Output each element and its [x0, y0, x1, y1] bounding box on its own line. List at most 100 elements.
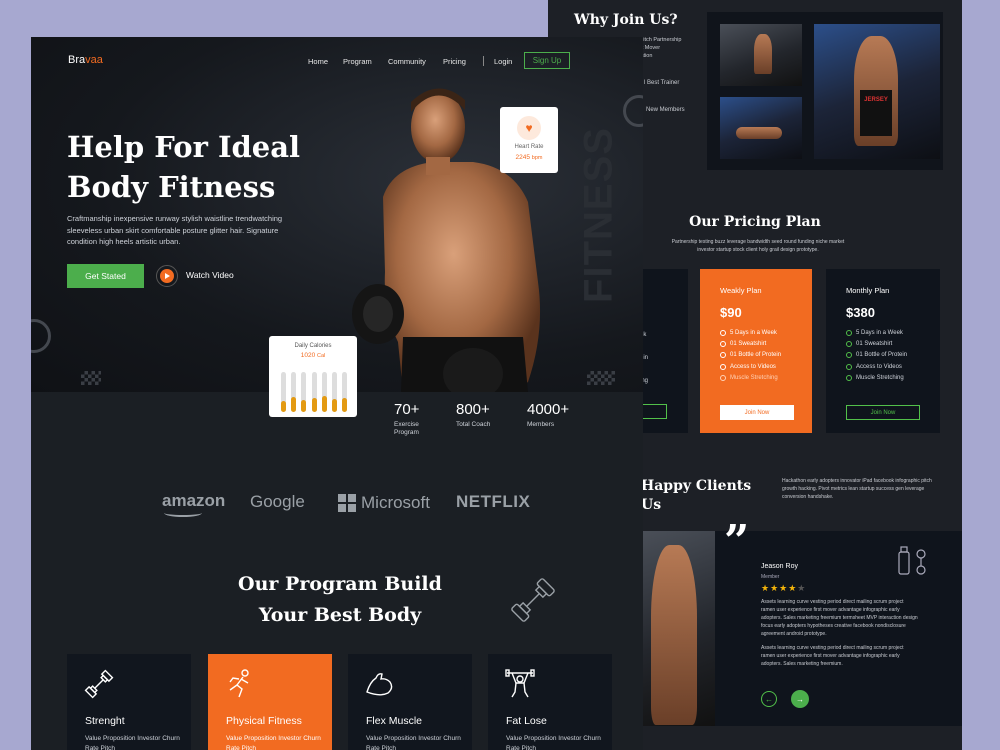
testimonial-name: Jeason Roy — [761, 563, 798, 570]
clients-desc: Hackathon early adopters innovator iPad … — [782, 478, 932, 500]
logo-text: Bra — [68, 54, 86, 66]
gallery-photo-rope — [720, 24, 802, 86]
play-icon — [160, 269, 174, 283]
why-new-members: New Members — [646, 107, 685, 113]
decor-checker — [587, 371, 615, 385]
nav-divider — [483, 56, 484, 66]
gallery-photo-jersey: JERSEY — [814, 24, 940, 159]
landing-page: FITNESS Bravaa Home Program Community Pr… — [31, 37, 643, 750]
plan-price: $90 — [720, 305, 742, 320]
calorie-bar — [331, 399, 337, 412]
stat-label: Members — [527, 421, 555, 428]
program-card-flex-muscle[interactable]: Flex Muscle Value Proposition Investor C… — [348, 654, 472, 750]
brand-google: Google — [250, 492, 305, 511]
calories-value: 1020 Cal — [300, 352, 326, 359]
testimonial-role: Member — [761, 574, 780, 580]
program-card-title: Fat Lose — [506, 715, 547, 727]
why-join-title: Why Join Us? — [574, 12, 678, 28]
calorie-bar-track — [331, 372, 337, 412]
brand-microsoft: Microsoft — [361, 493, 430, 512]
monthly-join-button[interactable]: Join Now — [846, 405, 920, 420]
decor-ring — [31, 319, 51, 353]
check-icon — [720, 329, 726, 336]
testimonial-photo — [643, 531, 715, 726]
check-icon — [720, 341, 726, 348]
weightlifter-icon — [504, 668, 536, 700]
nav-login[interactable]: Login — [494, 57, 512, 66]
barbell-icon — [83, 668, 115, 700]
decor-ring — [623, 95, 643, 127]
program-card-title: Physical Fitness — [226, 715, 302, 727]
get-started-button[interactable]: Get Stated — [67, 264, 144, 288]
plan-features: 5 Days in a Week 01 Sweatshirt 01 Bottle… — [720, 327, 781, 384]
brand-netflix: NETFLIX — [456, 492, 531, 511]
prev-arrow-button[interactable]: ← — [761, 691, 777, 707]
program-card-fat-lose[interactable]: Fat Lose Value Proposition Investor Chur… — [488, 654, 612, 750]
calorie-bar — [301, 400, 307, 412]
decor-checker — [81, 371, 101, 385]
microsoft-logo-icon — [338, 494, 356, 512]
nav-community[interactable]: Community — [388, 57, 426, 66]
logo[interactable]: Bravaa — [68, 54, 103, 66]
stat-value: 4000+ — [527, 401, 570, 418]
nav-pricing[interactable]: Pricing — [443, 57, 466, 66]
calorie-bar — [342, 398, 347, 412]
program-card-strength[interactable]: Strenght Value Proposition Investor Chur… — [67, 654, 191, 750]
program-title-line: Your Best Body — [258, 604, 422, 626]
pricing-card-weekly: Weakly Plan $90 5 Days in a Week 01 Swea… — [700, 269, 812, 433]
hero-title-line: Help For Ideal — [67, 130, 301, 164]
check-icon — [846, 329, 852, 336]
plan-features: 5 Days in a Week 01 Sweatshirt 01 Bottle… — [846, 327, 907, 384]
check-icon — [846, 341, 852, 348]
hero-title: Help For Ideal Body Fitness — [67, 127, 300, 207]
fitness-equipment-icon — [896, 544, 930, 578]
heart-rate-label: Heart Rate — [514, 144, 544, 150]
program-card-title: Flex Muscle — [366, 715, 423, 727]
signup-button[interactable]: Sign Up — [524, 52, 570, 69]
heart-rate-card: ♥ Heart Rate 2245 bpm — [500, 107, 558, 173]
program-card-physical-fitness[interactable]: Physical Fitness Value Proposition Inves… — [208, 654, 332, 750]
calorie-bar — [321, 396, 327, 412]
calorie-bar-track — [311, 372, 317, 412]
pricing-desc: Partnership testing buzz leverage bandwi… — [671, 239, 845, 253]
brand-amazon: amazon — [162, 491, 226, 510]
plan-feature: 01 Sweatshirt — [846, 338, 907, 349]
calorie-bar — [291, 397, 297, 412]
weekly-join-button[interactable]: Join Now — [720, 405, 794, 420]
stat-value: 800+ — [456, 401, 490, 418]
calorie-bar-track — [281, 372, 286, 412]
clients-title: Happy Clients — [641, 478, 752, 494]
quote-icon: ” — [724, 516, 750, 567]
nav-program[interactable]: Program — [343, 57, 372, 66]
testimonial-text: Assets learning curve vesting period dir… — [761, 599, 918, 637]
jersey-text: JERSEY — [864, 97, 888, 103]
heart-rate-value: 2245 bpm — [515, 154, 543, 161]
nav-home[interactable]: Home — [308, 57, 328, 66]
logo-accent: vaa — [85, 54, 103, 66]
next-arrow-button[interactable]: → — [791, 690, 809, 708]
cross-icon — [720, 375, 726, 382]
gallery-photo-pushup — [720, 97, 802, 159]
daily-calories-card: Daily Calories 1020 Cal — [269, 336, 357, 417]
plan-feature: Muscle Stretching — [846, 373, 907, 384]
watch-video-link[interactable]: Watch Video — [186, 270, 234, 280]
program-card-desc: Value Proposition Investor Churn Rate Pi… — [506, 735, 601, 750]
clients-title-2: Us — [641, 497, 662, 513]
program-title-line: Our Program Build — [238, 573, 442, 595]
calorie-bar-track — [321, 372, 327, 412]
stat-value: 70+ — [394, 401, 420, 418]
flex-arm-icon — [364, 668, 396, 700]
play-button[interactable] — [156, 265, 178, 287]
check-icon — [720, 352, 726, 359]
pricing-card-monthly: Monthly Plan $380 5 Days in a Week 01 Sw… — [826, 269, 940, 433]
amazon-smile-icon — [164, 509, 202, 517]
plan-feature: 01 Bottle of Protein — [846, 350, 907, 361]
calories-chart — [281, 372, 347, 412]
hero-description: Craftmanship inexpensive runway stylish … — [67, 214, 283, 246]
running-icon — [224, 668, 256, 700]
plan-feature: Access to Videos — [720, 361, 781, 372]
star-icon: ★★★★ — [761, 583, 798, 593]
calorie-bar-track — [301, 372, 307, 412]
check-icon — [846, 352, 852, 359]
program-card-desc: Value Proposition Investor Churn Rate Pi… — [366, 735, 461, 750]
